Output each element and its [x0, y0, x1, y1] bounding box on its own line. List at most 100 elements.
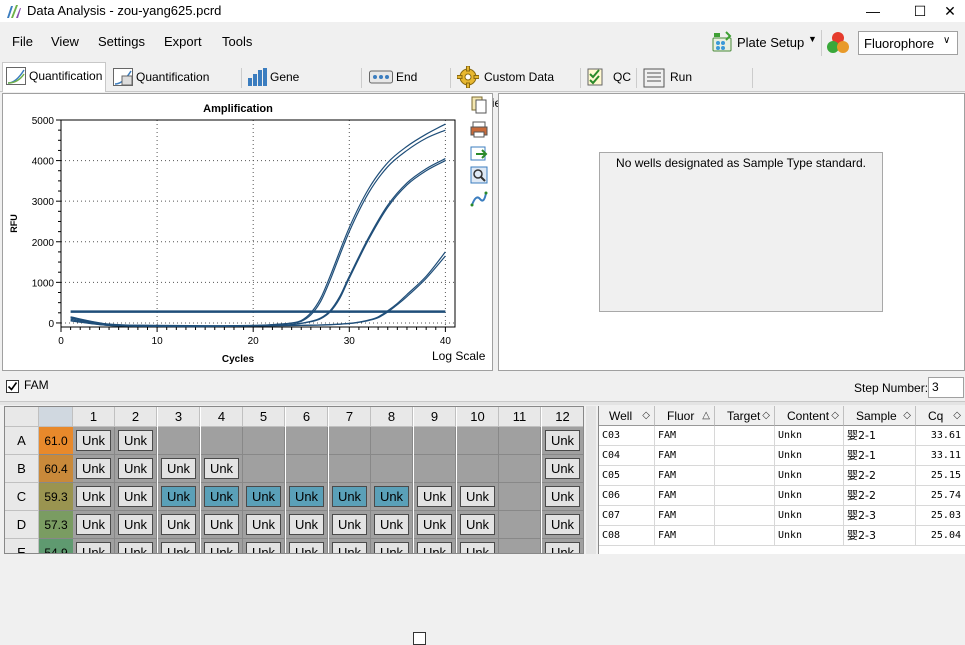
plate-well[interactable]: Unk: [457, 511, 499, 539]
plate-well[interactable]: Unk: [286, 511, 328, 539]
plate-well[interactable]: [371, 427, 413, 455]
plate-well[interactable]: Unk: [73, 539, 115, 553]
plate-well[interactable]: Unk: [542, 539, 583, 553]
table-cell[interactable]: Unkn: [775, 466, 844, 486]
table-cell[interactable]: 33.61: [916, 426, 965, 446]
column-header-target[interactable]: Target ◇: [715, 406, 775, 426]
plate-row-header[interactable]: E: [5, 539, 39, 553]
table-cell[interactable]: [715, 426, 775, 446]
select-all-corner[interactable]: [39, 407, 73, 427]
menu-settings[interactable]: Settings: [98, 34, 145, 49]
plate-well[interactable]: Unk: [158, 483, 200, 511]
plate-well[interactable]: [371, 455, 413, 483]
tab-qc[interactable]: QC: [584, 64, 634, 92]
plate-row-header[interactable]: C: [5, 483, 39, 511]
plate-well[interactable]: Unk: [201, 455, 243, 483]
plate-column-header[interactable]: 1: [73, 407, 115, 427]
print-icon[interactable]: [470, 120, 488, 138]
plate-well[interactable]: Unk: [115, 455, 157, 483]
table-cell[interactable]: [715, 466, 775, 486]
plate-well[interactable]: Unk: [542, 483, 583, 511]
table-cell[interactable]: [715, 486, 775, 506]
plate-well[interactable]: [499, 427, 541, 455]
plate-well[interactable]: Unk: [371, 511, 413, 539]
table-cell[interactable]: [715, 506, 775, 526]
log-scale-checkbox[interactable]: [413, 632, 426, 645]
plate-well[interactable]: [243, 455, 285, 483]
table-cell[interactable]: 婴2-1: [844, 426, 916, 446]
table-cell[interactable]: 婴2-2: [844, 486, 916, 506]
plate-well[interactable]: Unk: [243, 483, 285, 511]
table-cell[interactable]: Unkn: [775, 526, 844, 546]
plate-well[interactable]: Unk: [329, 511, 371, 539]
table-cell[interactable]: C04: [599, 446, 655, 466]
tab-quantification-data[interactable]: Quantification Data: [110, 64, 238, 110]
table-cell[interactable]: 婴2-2: [844, 466, 916, 486]
splitter[interactable]: [586, 406, 596, 554]
tab-end-point[interactable]: End Point: [366, 64, 448, 110]
plate-well[interactable]: Unk: [243, 511, 285, 539]
plate-well[interactable]: [414, 427, 456, 455]
table-cell[interactable]: [715, 526, 775, 546]
plate-well[interactable]: Unk: [414, 539, 456, 553]
table-cell[interactable]: Unkn: [775, 446, 844, 466]
fam-checkbox[interactable]: [6, 380, 19, 394]
plate-well[interactable]: Unk: [414, 483, 456, 511]
plate-well[interactable]: [499, 539, 541, 553]
plate-row-header[interactable]: D: [5, 511, 39, 539]
table-cell[interactable]: FAM: [655, 486, 715, 506]
column-header-well[interactable]: Well ◇: [599, 406, 655, 426]
table-cell[interactable]: C03: [599, 426, 655, 446]
tab-quantification[interactable]: Quantification: [2, 62, 106, 92]
plate-well[interactable]: Unk: [115, 511, 157, 539]
plate-well[interactable]: Unk: [115, 427, 157, 455]
plate-well[interactable]: Unk: [243, 539, 285, 553]
plate-well[interactable]: [499, 455, 541, 483]
table-cell[interactable]: 25.74: [916, 486, 965, 506]
menu-view[interactable]: View: [51, 34, 79, 49]
plate-column-header[interactable]: 6: [286, 407, 328, 427]
plate-well[interactable]: [414, 455, 456, 483]
table-cell[interactable]: FAM: [655, 446, 715, 466]
tab-run-information[interactable]: Run Information: [640, 64, 750, 110]
trace-styles-icon[interactable]: [470, 190, 488, 208]
table-cell[interactable]: C07: [599, 506, 655, 526]
plate-column-header[interactable]: 8: [371, 407, 413, 427]
splitter[interactable]: [0, 401, 965, 405]
plate-well[interactable]: [329, 455, 371, 483]
plate-column-header[interactable]: 10: [457, 407, 499, 427]
plate-well[interactable]: Unk: [286, 483, 328, 511]
column-header-content[interactable]: Content ◇: [775, 406, 844, 426]
plate-well[interactable]: Unk: [73, 455, 115, 483]
plate-column-header[interactable]: 7: [329, 407, 371, 427]
plate-well[interactable]: Unk: [158, 455, 200, 483]
table-cell[interactable]: FAM: [655, 506, 715, 526]
plate-well[interactable]: Unk: [201, 511, 243, 539]
tab-custom-data-view[interactable]: Custom Data View: [454, 64, 578, 110]
plate-well[interactable]: [329, 427, 371, 455]
table-cell[interactable]: 婴2-3: [844, 526, 916, 546]
plate-well[interactable]: [499, 511, 541, 539]
plate-well[interactable]: [158, 427, 200, 455]
plate-column-header[interactable]: 12: [542, 407, 583, 427]
plate-well[interactable]: Unk: [371, 483, 413, 511]
table-cell[interactable]: FAM: [655, 426, 715, 446]
table-cell[interactable]: [715, 446, 775, 466]
tab-gene-expression[interactable]: Gene Expression: [244, 64, 358, 110]
plate-column-header[interactable]: 5: [243, 407, 285, 427]
plate-well[interactable]: Unk: [542, 427, 583, 455]
menu-tools[interactable]: Tools: [222, 34, 252, 49]
plate-well[interactable]: Unk: [542, 455, 583, 483]
amplification-chart[interactable]: Amplification 0 10 20 30 40 0 1000 2000 3000 4000 5…: [3, 94, 494, 372]
plate-well[interactable]: [499, 483, 541, 511]
plate-well[interactable]: Unk: [329, 539, 371, 553]
export-icon[interactable]: [470, 144, 488, 162]
plate-well[interactable]: Unk: [286, 539, 328, 553]
table-cell[interactable]: C05: [599, 466, 655, 486]
plate-well[interactable]: Unk: [158, 511, 200, 539]
table-cell[interactable]: 25.04: [916, 526, 965, 546]
plate-well[interactable]: Unk: [201, 539, 243, 553]
table-cell[interactable]: FAM: [655, 526, 715, 546]
table-cell[interactable]: C06: [599, 486, 655, 506]
plate-well[interactable]: Unk: [73, 427, 115, 455]
